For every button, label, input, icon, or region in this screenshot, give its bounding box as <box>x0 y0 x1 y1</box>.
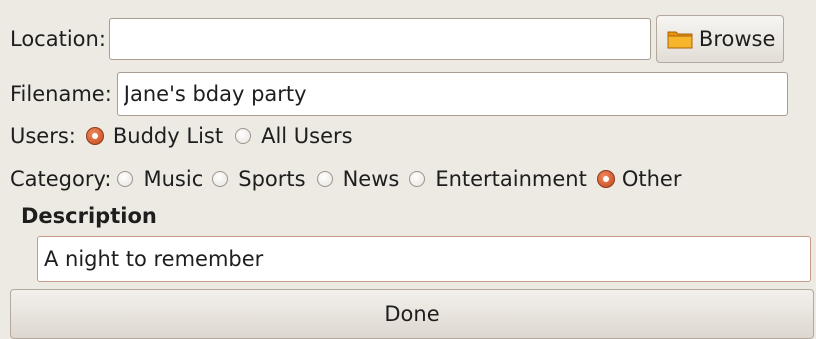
category-option-label: News <box>342 167 400 191</box>
radio-unselected-icon[interactable] <box>316 171 333 187</box>
category-option-other[interactable]: Other <box>596 167 682 191</box>
radio-unselected-icon[interactable] <box>409 171 426 187</box>
category-option-entertainment[interactable]: Entertainment <box>409 167 587 191</box>
users-option-buddy-list[interactable]: Buddy List <box>85 124 224 148</box>
radio-unselected-icon[interactable] <box>212 171 229 187</box>
users-option-label: All Users <box>261 124 353 148</box>
category-option-label: Other <box>621 167 682 191</box>
radio-unselected-icon[interactable] <box>235 128 252 144</box>
category-option-sports[interactable]: Sports <box>212 167 306 191</box>
category-option-label: Music <box>143 167 204 191</box>
filename-row: Filename: <box>10 72 788 116</box>
category-option-label: Sports <box>238 167 306 191</box>
users-option-all-users[interactable]: All Users <box>235 124 353 148</box>
folder-icon <box>667 31 693 49</box>
users-option-label: Buddy List <box>112 124 224 148</box>
location-row: Location: Browse <box>10 15 785 63</box>
browse-label: Browse <box>698 27 776 51</box>
category-label: Category: <box>10 167 112 191</box>
radio-selected-icon[interactable] <box>596 170 615 188</box>
radio-selected-icon[interactable] <box>85 127 104 145</box>
done-label: Done <box>384 302 440 326</box>
radio-unselected-icon[interactable] <box>117 171 134 187</box>
category-option-music[interactable]: Music <box>117 167 203 191</box>
description-heading: Description <box>21 204 157 228</box>
category-option-label: Entertainment <box>435 167 587 191</box>
category-radio-group: Music Sports News Entertainment Other <box>111 167 682 191</box>
browse-button[interactable]: Browse <box>655 15 785 63</box>
filename-input[interactable] <box>116 72 788 116</box>
location-label: Location: <box>10 27 106 51</box>
category-row: Category: Music Sports News Entertainmen… <box>10 164 682 194</box>
done-button[interactable]: Done <box>10 289 814 339</box>
description-input[interactable] <box>37 236 811 282</box>
filename-label: Filename: <box>10 82 112 106</box>
category-option-news[interactable]: News <box>316 167 400 191</box>
users-label: Users: <box>10 124 76 148</box>
users-radio-group: Buddy List All Users <box>76 124 353 148</box>
location-input[interactable] <box>108 18 651 60</box>
users-row: Users: Buddy List All Users <box>10 121 353 151</box>
